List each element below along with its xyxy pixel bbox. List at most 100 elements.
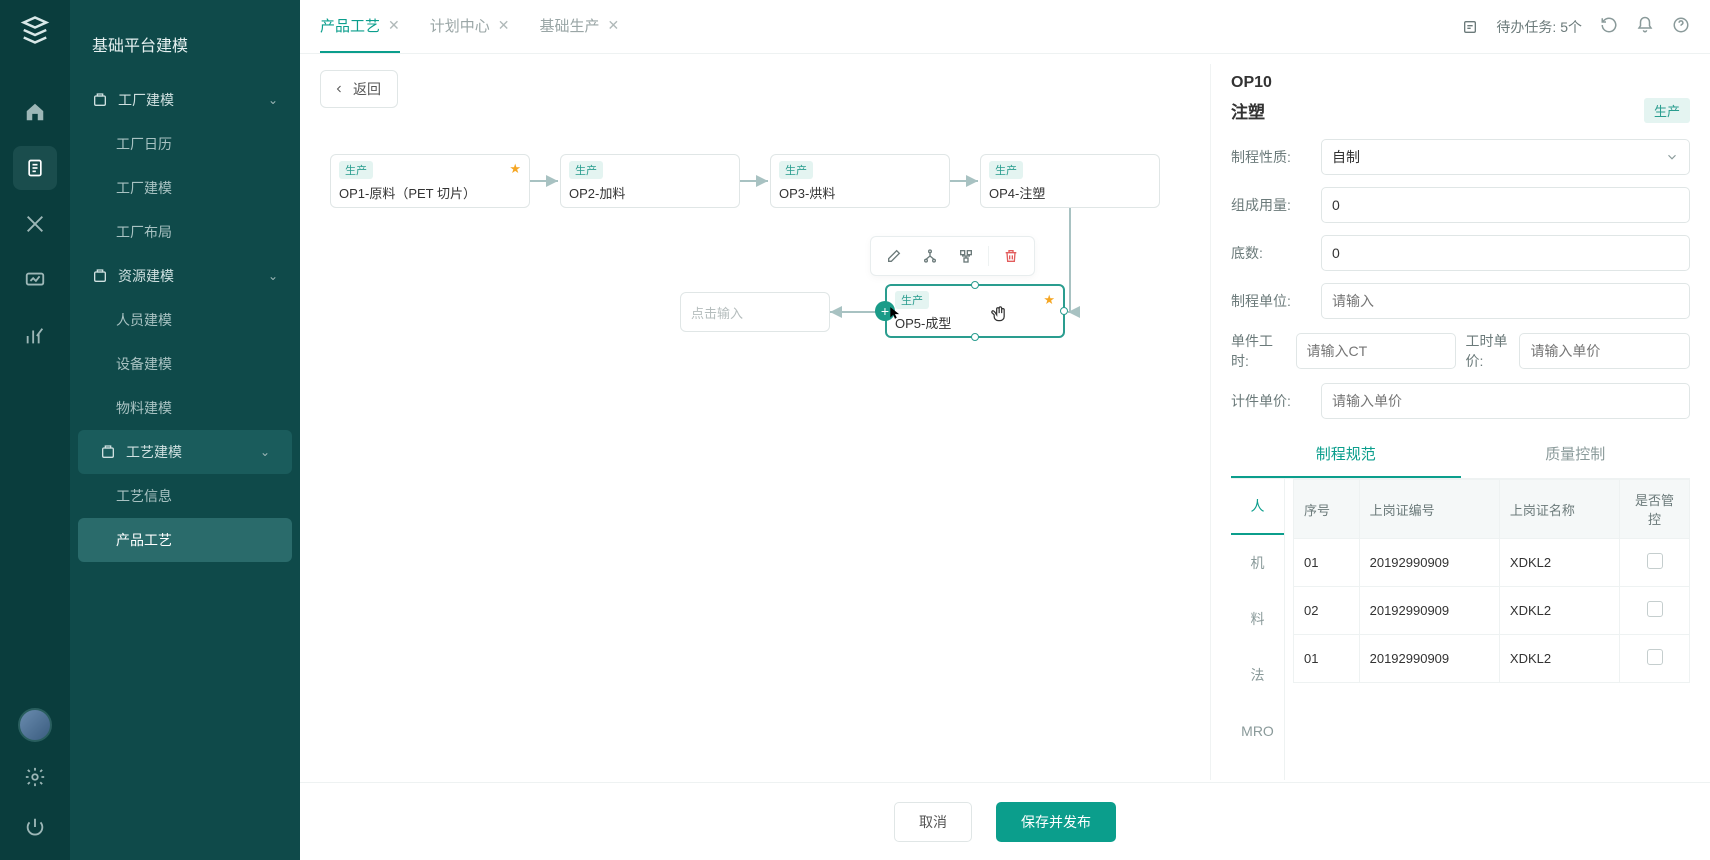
settings-icon[interactable] <box>13 762 57 792</box>
flow-node[interactable]: 生产OP5-成型★+ <box>885 284 1065 338</box>
delete-icon[interactable] <box>994 242 1028 270</box>
panel-code: OP10 <box>1231 74 1690 92</box>
icon-rail <box>0 0 70 860</box>
sidebar-title: 基础平台建模 <box>70 16 300 78</box>
label-unit-time: 单件工时: <box>1231 331 1286 371</box>
save-publish-button[interactable]: 保存并发布 <box>996 802 1116 842</box>
label-time-price: 工时单价: <box>1466 331 1510 371</box>
menu-sub-item[interactable]: 人员建模 <box>70 298 300 342</box>
input-base-qty[interactable]: 0 <box>1321 235 1690 271</box>
menu-sub-item[interactable]: 设备建模 <box>70 342 300 386</box>
main-tab[interactable]: 计划中心✕ <box>430 0 510 53</box>
chevron-down-icon: ⌄ <box>268 269 278 283</box>
flow-canvas[interactable]: 生产OP1-原料（PET 切片）★生产OP2-加料生产OP3-烘料生产OP4-注… <box>300 54 1210 780</box>
input-unit-time[interactable] <box>1296 333 1456 369</box>
flow-node[interactable]: 生产OP1-原料（PET 切片）★ <box>330 154 530 208</box>
cell-name: XDKL2 <box>1499 635 1619 683</box>
folder-icon <box>100 444 116 460</box>
folder-icon <box>92 92 108 108</box>
menu-sub-item[interactable]: 工厂布局 <box>70 210 300 254</box>
main-tab[interactable]: 基础生产✕ <box>540 0 620 53</box>
handle-top[interactable] <box>971 281 979 289</box>
close-icon[interactable]: ✕ <box>608 17 620 34</box>
menu-group[interactable]: 工厂建模⌄ <box>70 78 300 122</box>
rail-modeling[interactable] <box>13 146 57 190</box>
menu-sub-item[interactable]: 工艺信息 <box>70 474 300 518</box>
label-piece-price: 计件单价: <box>1231 391 1311 411</box>
checkbox[interactable] <box>1647 601 1663 617</box>
rail-design[interactable] <box>13 202 57 246</box>
handle-right[interactable] <box>1060 307 1068 315</box>
help-icon[interactable] <box>1672 16 1690 37</box>
cell-code: 20192990909 <box>1359 587 1499 635</box>
bell-icon[interactable] <box>1636 16 1654 37</box>
content-area: 返回 生产OP1-原料（PET 切片）★生产OP2-加料生产OP3-烘料生产OP… <box>300 54 1710 860</box>
checkbox[interactable] <box>1647 553 1663 569</box>
vertical-tab[interactable]: 人 <box>1231 479 1284 535</box>
cell-seq: 01 <box>1294 539 1360 587</box>
label-combo-usage: 组成用量: <box>1231 195 1311 215</box>
add-node-button[interactable]: + <box>875 301 895 321</box>
input-combo-usage[interactable]: 0 <box>1321 187 1690 223</box>
vertical-tab[interactable]: 料 <box>1231 591 1284 647</box>
main-tab[interactable]: 产品工艺✕ <box>320 0 400 53</box>
table-header: 是否管控 <box>1620 480 1690 539</box>
folder-icon <box>92 268 108 284</box>
vertical-tab[interactable]: MRO <box>1231 703 1284 759</box>
cell-seq: 02 <box>1294 587 1360 635</box>
input-process-unit[interactable] <box>1321 283 1690 319</box>
menu-sub-item[interactable]: 物料建模 <box>70 386 300 430</box>
node-tag: 生产 <box>339 161 373 179</box>
cancel-button[interactable]: 取消 <box>894 802 972 842</box>
sidebar: 基础平台建模 工厂建模⌄工厂日历工厂建模工厂布局资源建模⌄人员建模设备建模物料建… <box>70 0 300 860</box>
user-avatar[interactable] <box>18 708 52 742</box>
flow-node[interactable]: 生产 OP2-加料 <box>560 154 740 208</box>
close-icon[interactable]: ✕ <box>388 17 400 34</box>
tab-quality[interactable]: 质量控制 <box>1461 431 1691 478</box>
tab-spec[interactable]: 制程规范 <box>1231 431 1461 478</box>
detail-panel: OP10 注塑 生产 制程性质: 自制 组成用量: 0 底数: 0 <box>1210 64 1710 780</box>
node-tag: 生产 <box>569 161 603 179</box>
node-tag: 生产 <box>989 161 1023 179</box>
menu-sub-item[interactable]: 工厂建模 <box>70 166 300 210</box>
node-tag: 生产 <box>779 161 813 179</box>
edit-icon[interactable] <box>877 242 911 270</box>
table-header: 上岗证编号 <box>1359 480 1499 539</box>
menu-group[interactable]: 工艺建模⌄ <box>78 430 292 474</box>
menu-sub-item[interactable]: 工厂日历 <box>70 122 300 166</box>
tree-icon[interactable] <box>913 242 947 270</box>
flow-node[interactable]: 生产OP3-烘料 <box>770 154 950 208</box>
rail-bottom <box>0 708 70 842</box>
ghost-node[interactable]: 点击输入 <box>680 292 830 332</box>
select-process-nature[interactable]: 自制 <box>1321 139 1690 175</box>
tasks-icon[interactable] <box>1462 19 1478 35</box>
checkbox[interactable] <box>1647 649 1663 665</box>
table-row: 0120192990909XDKL2 <box>1294 635 1690 683</box>
menu-group[interactable]: 资源建模⌄ <box>70 254 300 298</box>
flow-node[interactable]: 生产OP4-注塑 <box>980 154 1160 208</box>
power-icon[interactable] <box>13 812 57 842</box>
node-tag: 生产 <box>895 291 929 309</box>
label-process-nature: 制程性质: <box>1231 147 1311 167</box>
rail-home[interactable] <box>13 90 57 134</box>
close-icon[interactable]: ✕ <box>498 17 510 34</box>
rail-analytics[interactable] <box>13 314 57 358</box>
tasks-label[interactable]: 待办任务: 5个 <box>1496 17 1582 37</box>
footer-bar: 取消 保存并发布 <box>300 782 1710 860</box>
rail-nav <box>13 90 57 358</box>
vertical-tab[interactable]: 法 <box>1231 647 1284 703</box>
handle-bottom[interactable] <box>971 333 979 341</box>
cell-code: 20192990909 <box>1359 635 1499 683</box>
vertical-tab[interactable]: 机 <box>1231 535 1284 591</box>
label-process-unit: 制程单位: <box>1231 291 1311 311</box>
table-header: 上岗证名称 <box>1499 480 1619 539</box>
rail-monitor[interactable] <box>13 258 57 302</box>
node-title: OP2-加料 <box>569 183 731 202</box>
panel-title: 注塑 <box>1231 98 1265 123</box>
input-time-price[interactable] <box>1519 333 1690 369</box>
branch-icon[interactable] <box>949 242 983 270</box>
node-title: OP5-成型 <box>895 313 1055 332</box>
input-piece-price[interactable] <box>1321 383 1690 419</box>
refresh-icon[interactable] <box>1600 16 1618 37</box>
menu-sub-item[interactable]: 产品工艺 <box>78 518 292 562</box>
